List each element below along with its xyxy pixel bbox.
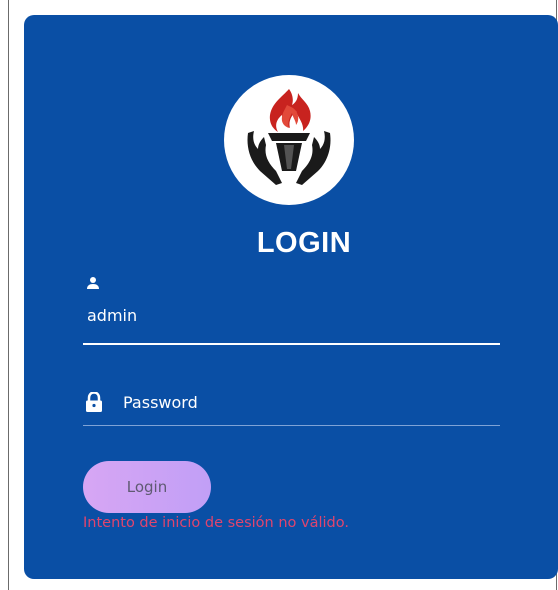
page-title: LOGIN <box>256 227 352 259</box>
username-input[interactable] <box>87 304 487 326</box>
error-message: Intento de inicio de sesión no válido. <box>83 515 349 531</box>
password-input[interactable] <box>123 390 483 414</box>
lock-icon <box>86 392 102 412</box>
user-icon <box>87 277 99 289</box>
login-button[interactable]: Login <box>83 461 211 513</box>
page-frame: LOGIN Login Intento de inicio de sesión … <box>8 0 558 590</box>
username-field <box>83 277 500 345</box>
password-field <box>83 388 500 426</box>
logo <box>224 75 354 205</box>
login-card: LOGIN Login Intento de inicio de sesión … <box>24 15 558 579</box>
torch-hands-icon <box>247 89 331 185</box>
